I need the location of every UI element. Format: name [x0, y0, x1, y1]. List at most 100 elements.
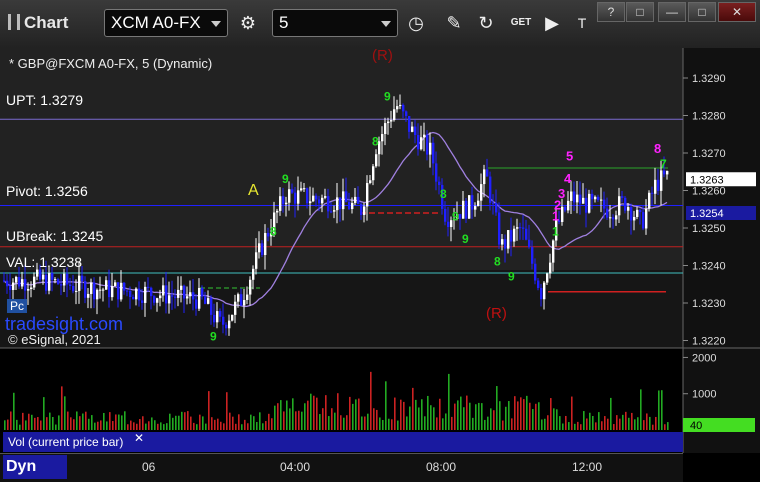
- candle-body: [549, 262, 552, 274]
- volume-bar: [589, 412, 591, 430]
- maximize-button[interactable]: □: [688, 2, 716, 22]
- price-chart[interactable]: 898989989719543218 1.32201.32301.32401.3…: [0, 48, 760, 481]
- volume-bar: [394, 397, 396, 430]
- volume-bar: [154, 420, 156, 430]
- get-button[interactable]: GET: [506, 9, 536, 37]
- volume-bar: [457, 400, 459, 430]
- minimize-label: —: [666, 5, 678, 19]
- candle-body: [249, 279, 252, 295]
- copyright: © eSignal, 2021: [8, 332, 101, 347]
- close-label: ✕: [731, 5, 743, 19]
- candle-body: [666, 170, 669, 175]
- volume-bar: [460, 396, 462, 430]
- link-button[interactable]: □: [626, 2, 654, 22]
- candle-body: [459, 214, 462, 219]
- volume-bar: [388, 418, 390, 430]
- candle-body: [66, 273, 69, 285]
- volume-bar: [325, 395, 327, 430]
- candle-body: [75, 290, 78, 292]
- candle-body: [132, 296, 135, 300]
- volume-bar: [322, 408, 324, 430]
- candle-body: [3, 280, 6, 282]
- candle-body: [564, 206, 567, 211]
- volume-bar: [82, 413, 84, 430]
- candle-body: [123, 282, 126, 291]
- price-tick-label: 1.3230: [692, 298, 726, 310]
- candle-body: [138, 288, 141, 301]
- candle-body: [402, 104, 405, 112]
- volume-bar: [511, 418, 513, 430]
- candle-body: [297, 190, 300, 204]
- candle-body: [606, 208, 609, 218]
- settings-gear-icon[interactable]: ⚙: [234, 9, 262, 37]
- play-icon[interactable]: ▶: [538, 9, 566, 37]
- window-title[interactable]: Chart: [8, 13, 68, 33]
- volume-bar: [235, 423, 237, 430]
- volume-bar: [538, 402, 540, 430]
- volume-bar: [505, 406, 507, 430]
- candle-body: [414, 126, 417, 136]
- candle-body: [150, 287, 153, 297]
- candle-body: [264, 233, 267, 256]
- candle-body: [513, 228, 516, 242]
- volume-bar: [514, 396, 516, 430]
- volume-bar: [640, 389, 642, 430]
- volume-bar: [484, 419, 486, 430]
- interval-select[interactable]: 5: [272, 9, 398, 37]
- volume-bar: [52, 417, 54, 430]
- volume-bars: [4, 371, 669, 430]
- volume-bar: [352, 403, 354, 430]
- candle-body: [162, 285, 165, 296]
- get-label: GET: [510, 17, 532, 28]
- clock-icon[interactable]: ◷: [402, 9, 430, 37]
- candle-body: [180, 285, 183, 290]
- candle-body: [336, 197, 339, 211]
- close-button[interactable]: ✕: [718, 2, 756, 22]
- volume-bar: [247, 423, 249, 430]
- text-tool-icon[interactable]: T: [568, 9, 596, 37]
- volume-bar: [160, 422, 162, 430]
- candle-body: [603, 199, 606, 209]
- candle-body: [72, 285, 75, 292]
- candle-body: [420, 137, 423, 150]
- candle-body: [15, 276, 18, 283]
- volume-bar: [94, 422, 96, 430]
- pencil-icon[interactable]: ✎: [440, 9, 468, 37]
- help-button[interactable]: ?: [597, 2, 625, 22]
- volume-bar: [436, 417, 438, 430]
- candle-body: [516, 227, 519, 229]
- volume-bar: [502, 420, 504, 430]
- candle-body: [135, 288, 138, 300]
- candle-body: [609, 217, 612, 219]
- close-study-icon[interactable]: ✕: [134, 432, 146, 444]
- candle-body: [300, 188, 303, 191]
- volume-bar: [223, 423, 225, 430]
- volume-bar: [175, 415, 177, 430]
- lower-shade: [0, 270, 683, 348]
- candle-body: [18, 276, 21, 287]
- candle-body: [366, 183, 369, 207]
- minimize-button[interactable]: —: [658, 2, 686, 22]
- volume-bar: [127, 424, 129, 430]
- volume-bar: [469, 402, 471, 430]
- candle-body: [579, 194, 582, 204]
- volume-caption: Vol (current price bar): [8, 435, 124, 449]
- volume-bar: [667, 422, 669, 430]
- candle-body: [474, 206, 477, 210]
- volume-bar: [349, 396, 351, 430]
- val-label: VAL: 1.3238: [6, 254, 83, 270]
- candle-body: [639, 209, 642, 213]
- symbol-select[interactable]: XCM A0-FX: [104, 9, 228, 37]
- drag-handle-icon[interactable]: [8, 14, 20, 30]
- dynamic-mode-button[interactable]: Dyn: [3, 455, 67, 479]
- candle-body: [498, 212, 501, 245]
- volume-bar: [334, 412, 336, 430]
- upt-label: UPT: 1.3279: [6, 92, 84, 108]
- volume-bar: [112, 421, 114, 430]
- study-icon[interactable]: ↻: [472, 9, 500, 37]
- volume-bar: [604, 416, 606, 430]
- candle-body: [507, 230, 510, 249]
- volume-bar: [64, 396, 66, 430]
- candle-body: [114, 282, 117, 286]
- candle-body: [363, 206, 366, 215]
